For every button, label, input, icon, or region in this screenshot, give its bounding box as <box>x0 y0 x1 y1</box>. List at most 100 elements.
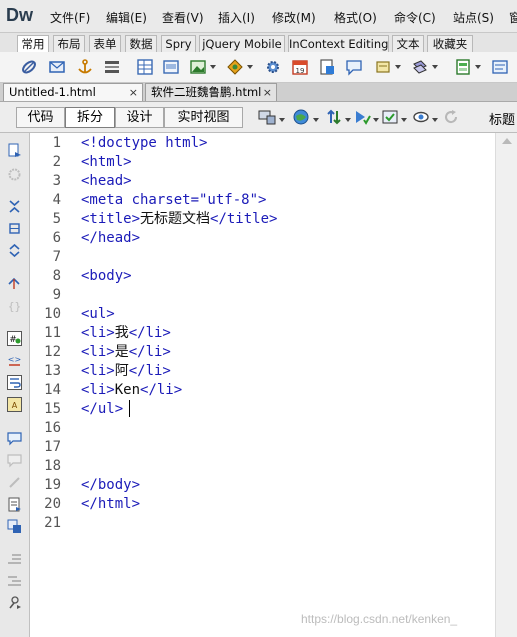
menu-window[interactable]: 窗 <box>509 9 517 26</box>
insert-panel-tabs: 常用 布局 表单 数据 Spry jQuery Mobile InContext… <box>0 33 517 52</box>
show-code-navigator-icon <box>8 168 21 181</box>
word-wrap-icon[interactable] <box>7 375 22 390</box>
insert-div-icon[interactable] <box>162 58 180 76</box>
tab-untitled-1[interactable]: Untitled-1.html × <box>3 83 143 101</box>
code-line: <li>我</li> <box>81 325 171 341</box>
menu-file[interactable]: 文件(F) <box>50 9 90 26</box>
menu-site[interactable]: 站点(S) <box>453 9 494 26</box>
w3c-validation-icon[interactable] <box>353 108 371 126</box>
line-number: 15 <box>44 401 61 417</box>
media-dropdown-arrow-icon[interactable] <box>247 65 253 69</box>
widget-icon[interactable] <box>264 58 282 76</box>
remove-comment-icon <box>7 454 22 468</box>
select-parent-tag-icon[interactable] <box>7 276 22 291</box>
scroll-up-arrow-icon[interactable] <box>502 138 512 144</box>
visual-aids-icon[interactable] <box>412 108 430 126</box>
compatibility-dropdown-arrow-icon[interactable] <box>401 118 407 122</box>
line-number: 5 <box>52 211 61 227</box>
close-icon[interactable]: × <box>263 84 272 101</box>
line-number: 8 <box>52 268 61 284</box>
preview-dropdown-arrow-icon[interactable] <box>313 118 319 122</box>
code-line: <body> <box>81 268 132 284</box>
code-line: <title>无标题文档</title> <box>81 211 278 227</box>
close-icon[interactable]: × <box>129 84 138 101</box>
balance-braces-icon: {} <box>8 300 21 313</box>
head-dropdown-arrow-icon[interactable] <box>395 65 401 69</box>
multiscreen-dropdown-arrow-icon[interactable] <box>279 118 285 122</box>
templates-icon[interactable] <box>454 58 472 76</box>
line-numbers-icon[interactable]: # <box>7 331 22 346</box>
tab-common[interactable]: 常用 <box>17 35 49 52</box>
tab-forms[interactable]: 表单 <box>89 35 121 52</box>
line-number: 17 <box>44 439 61 455</box>
media-icon[interactable] <box>226 58 244 76</box>
collapse-selection-icon[interactable] <box>7 221 22 236</box>
tab-spry[interactable]: Spry <box>161 35 196 52</box>
tab-layout[interactable]: 布局 <box>53 35 85 52</box>
image-dropdown-arrow-icon[interactable] <box>210 65 216 69</box>
tab-data[interactable]: 数据 <box>125 35 157 52</box>
format-source-code-icon[interactable] <box>7 595 22 610</box>
file-management-dropdown-arrow-icon[interactable] <box>345 118 351 122</box>
comment-icon[interactable] <box>345 58 363 76</box>
templates-dropdown-arrow-icon[interactable] <box>475 65 481 69</box>
menu-modify[interactable]: 修改(M) <box>272 9 316 26</box>
design-view-button[interactable]: 设计 <box>115 107 164 128</box>
hyperlink-icon[interactable] <box>20 58 38 76</box>
tab-software-class-file[interactable]: 软件二班魏鲁鹏.html × <box>145 83 277 101</box>
line-number: 14 <box>44 382 61 398</box>
code-editor[interactable]: 1 2 3 4 5 6 7 8 9 10 11 12 13 14 15 16 17 18 19 20 21 <!doct… <box>30 133 495 637</box>
outdent-code-icon <box>8 576 21 586</box>
code-line: </ul> <box>81 401 124 417</box>
collapse-full-tag-icon[interactable] <box>7 199 22 214</box>
tab-incontext-editing[interactable]: InContext Editing <box>288 35 389 52</box>
check-browser-compatibility-icon[interactable] <box>381 108 399 126</box>
date-icon[interactable]: 19 <box>291 58 309 76</box>
code-line: </head> <box>81 230 141 246</box>
server-side-include-icon[interactable] <box>318 58 336 76</box>
move-css-icon[interactable] <box>7 519 22 534</box>
split-view-button[interactable]: 拆分 <box>65 107 115 128</box>
refresh-icon[interactable] <box>442 108 460 126</box>
file-management-icon[interactable] <box>325 108 343 126</box>
menu-format[interactable]: 格式(O) <box>334 9 377 26</box>
vertical-scrollbar[interactable] <box>495 133 517 637</box>
multiscreen-icon[interactable] <box>258 108 276 126</box>
horizontal-rule-icon[interactable] <box>103 58 121 76</box>
doc-tab-label: Untitled-1.html <box>9 85 96 99</box>
visual-aids-dropdown-arrow-icon[interactable] <box>432 118 438 122</box>
live-view-button[interactable]: 实时视图 <box>164 107 243 128</box>
named-anchor-icon[interactable] <box>76 58 94 76</box>
menu-edit[interactable]: 编辑(E) <box>106 9 147 26</box>
code-line: <li>阿</li> <box>81 363 171 379</box>
tab-text[interactable]: 文本 <box>392 35 424 52</box>
script-icon[interactable] <box>411 58 429 76</box>
title-label: 标题 <box>489 113 516 128</box>
code-view-button[interactable]: 代码 <box>16 107 65 128</box>
menu-view[interactable]: 查看(V) <box>162 9 204 26</box>
table-icon[interactable] <box>136 58 154 76</box>
preview-browser-icon[interactable] <box>292 108 310 126</box>
head-icon[interactable] <box>374 58 392 76</box>
wrap-tag-icon <box>9 477 20 488</box>
script-dropdown-arrow-icon[interactable] <box>432 65 438 69</box>
validation-dropdown-arrow-icon[interactable] <box>373 118 379 122</box>
syntax-coloring-icon[interactable]: A <box>7 397 22 412</box>
expand-all-icon[interactable] <box>7 243 22 258</box>
image-icon[interactable] <box>189 58 207 76</box>
highlight-invalid-code-icon[interactable]: <> <box>7 353 22 368</box>
menu-insert[interactable]: 插入(I) <box>218 9 255 26</box>
recent-snippets-icon[interactable] <box>7 497 22 512</box>
document-tabs: Untitled-1.html × 软件二班魏鲁鹏.html × <box>0 83 517 102</box>
line-number: 13 <box>44 363 61 379</box>
svg-text:<>: <> <box>8 355 21 364</box>
tab-favorites[interactable]: 收藏夹 <box>427 35 473 52</box>
apply-comment-icon[interactable] <box>7 431 22 446</box>
email-link-icon[interactable] <box>48 58 66 76</box>
line-number-gutter: 1 2 3 4 5 6 7 8 9 10 11 12 13 14 15 16 17 18 19 20 21 <box>30 133 77 637</box>
document-toolbar: 代码 拆分 设计 实时视图 标题 <box>0 102 517 133</box>
tab-jquery-mobile[interactable]: jQuery Mobile <box>199 35 285 52</box>
open-documents-icon[interactable] <box>7 143 22 158</box>
menu-commands[interactable]: 命令(C) <box>394 9 436 26</box>
tag-chooser-icon[interactable] <box>491 58 509 76</box>
